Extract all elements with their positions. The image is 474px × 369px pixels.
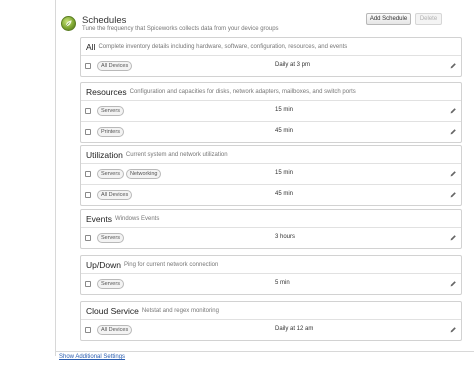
card-title: Events: [86, 213, 112, 224]
schedule-frequency: Daily at 12 am: [275, 326, 314, 332]
schedule-row: Servers 3 hours: [81, 227, 461, 248]
schedule-frequency: Daily at 3 pm: [275, 62, 311, 68]
card-title: Cloud Service: [86, 305, 139, 316]
schedule-card-cloud-service: Cloud Service Netstat and regex monitori…: [80, 301, 462, 341]
row-checkbox[interactable]: [85, 171, 91, 177]
schedule-card-utilization: Utilization Current system and network u…: [80, 145, 462, 206]
card-description: Ping for current network connection: [123, 261, 219, 268]
add-schedule-button[interactable]: Add Schedule: [366, 13, 411, 25]
card-title: Resources: [86, 86, 127, 97]
card-header: Resources Configuration and capacities f…: [81, 83, 461, 100]
schedule-row: All Devices 45 min: [81, 184, 461, 205]
card-header: Events Windows Events: [81, 210, 461, 227]
schedule-frequency: 15 min: [275, 107, 294, 113]
schedule-card-up-down: Up/Down Ping for current network connect…: [80, 255, 462, 295]
schedule-row: Servers Networking 15 min: [81, 163, 461, 184]
card-title: Utilization: [86, 149, 123, 160]
card-header: Up/Down Ping for current network connect…: [81, 256, 461, 273]
schedule-frequency: 45 min: [275, 128, 294, 134]
device-group-tag[interactable]: All Devices: [97, 61, 133, 71]
schedule-row: Servers 15 min: [81, 100, 461, 121]
card-title: All: [86, 41, 96, 52]
schedule-row: All Devices Daily at 3 pm: [81, 55, 461, 76]
spiceworks-leaf-icon: [61, 16, 76, 31]
pencil-icon[interactable]: [449, 170, 457, 178]
card-description: Netstat and regex monitoring: [141, 307, 219, 314]
row-checkbox[interactable]: [85, 281, 91, 287]
schedule-card-resources: Resources Configuration and capacities f…: [80, 82, 462, 143]
footer-divider: [55, 351, 474, 352]
pencil-icon[interactable]: [449, 280, 457, 288]
card-title: Up/Down: [86, 259, 121, 270]
card-description: Windows Events: [115, 215, 160, 222]
schedule-card-events: Events Windows Events Servers 3 hours: [80, 209, 462, 249]
card-description: Current system and network utilization: [125, 151, 228, 158]
left-divider: [55, 0, 56, 356]
card-header: Utilization Current system and network u…: [81, 146, 461, 163]
schedule-row: All Devices Daily at 12 am: [81, 319, 461, 340]
schedule-frequency: 15 min: [275, 170, 294, 176]
schedule-frequency: 3 hours: [275, 234, 296, 240]
device-group-tag[interactable]: Servers: [97, 106, 124, 116]
device-group-tag[interactable]: Printers: [97, 127, 124, 137]
schedule-frequency: 5 min: [275, 280, 290, 286]
page-title: Schedules: [82, 15, 127, 26]
schedule-card-all: All Complete inventory details including…: [80, 37, 462, 77]
card-description: Configuration and capacities for disks, …: [129, 88, 356, 95]
pencil-icon[interactable]: [449, 62, 457, 70]
card-description: Complete inventory details including har…: [98, 43, 348, 50]
device-group-tags: All Devices: [97, 190, 133, 200]
device-group-tag[interactable]: All Devices: [97, 325, 133, 335]
card-header: Cloud Service Netstat and regex monitori…: [81, 302, 461, 319]
card-header: All Complete inventory details including…: [81, 38, 461, 55]
show-additional-settings-link[interactable]: Show Additional Settings: [59, 354, 125, 360]
device-group-tag[interactable]: Servers: [97, 279, 124, 289]
device-group-tags: Servers: [97, 279, 124, 289]
device-group-tags: Servers Networking: [97, 169, 162, 179]
pencil-icon[interactable]: [449, 107, 457, 115]
pencil-icon[interactable]: [449, 128, 457, 136]
row-checkbox[interactable]: [85, 63, 91, 69]
device-group-tags: Servers: [97, 106, 124, 116]
device-group-tags: All Devices: [97, 61, 133, 71]
pencil-icon[interactable]: [449, 326, 457, 334]
row-checkbox[interactable]: [85, 129, 91, 135]
page-subtitle: Tune the frequency that Spiceworks colle…: [82, 26, 279, 32]
schedule-row: Servers 5 min: [81, 273, 461, 294]
device-group-tags: All Devices: [97, 325, 133, 335]
device-group-tag[interactable]: Servers: [97, 169, 124, 179]
device-group-tags: Printers: [97, 127, 124, 137]
pencil-icon[interactable]: [449, 234, 457, 242]
pencil-icon[interactable]: [449, 191, 457, 199]
device-group-tag[interactable]: Servers: [97, 233, 124, 243]
device-group-tag[interactable]: Networking: [125, 169, 162, 179]
device-group-tags: Servers: [97, 233, 124, 243]
row-checkbox[interactable]: [85, 327, 91, 333]
row-checkbox[interactable]: [85, 192, 91, 198]
row-checkbox[interactable]: [85, 235, 91, 241]
schedule-frequency: 45 min: [275, 191, 294, 197]
row-checkbox[interactable]: [85, 108, 91, 114]
delete-button[interactable]: Delete: [415, 13, 442, 25]
device-group-tag[interactable]: All Devices: [97, 190, 133, 200]
schedule-row: Printers 45 min: [81, 121, 461, 142]
